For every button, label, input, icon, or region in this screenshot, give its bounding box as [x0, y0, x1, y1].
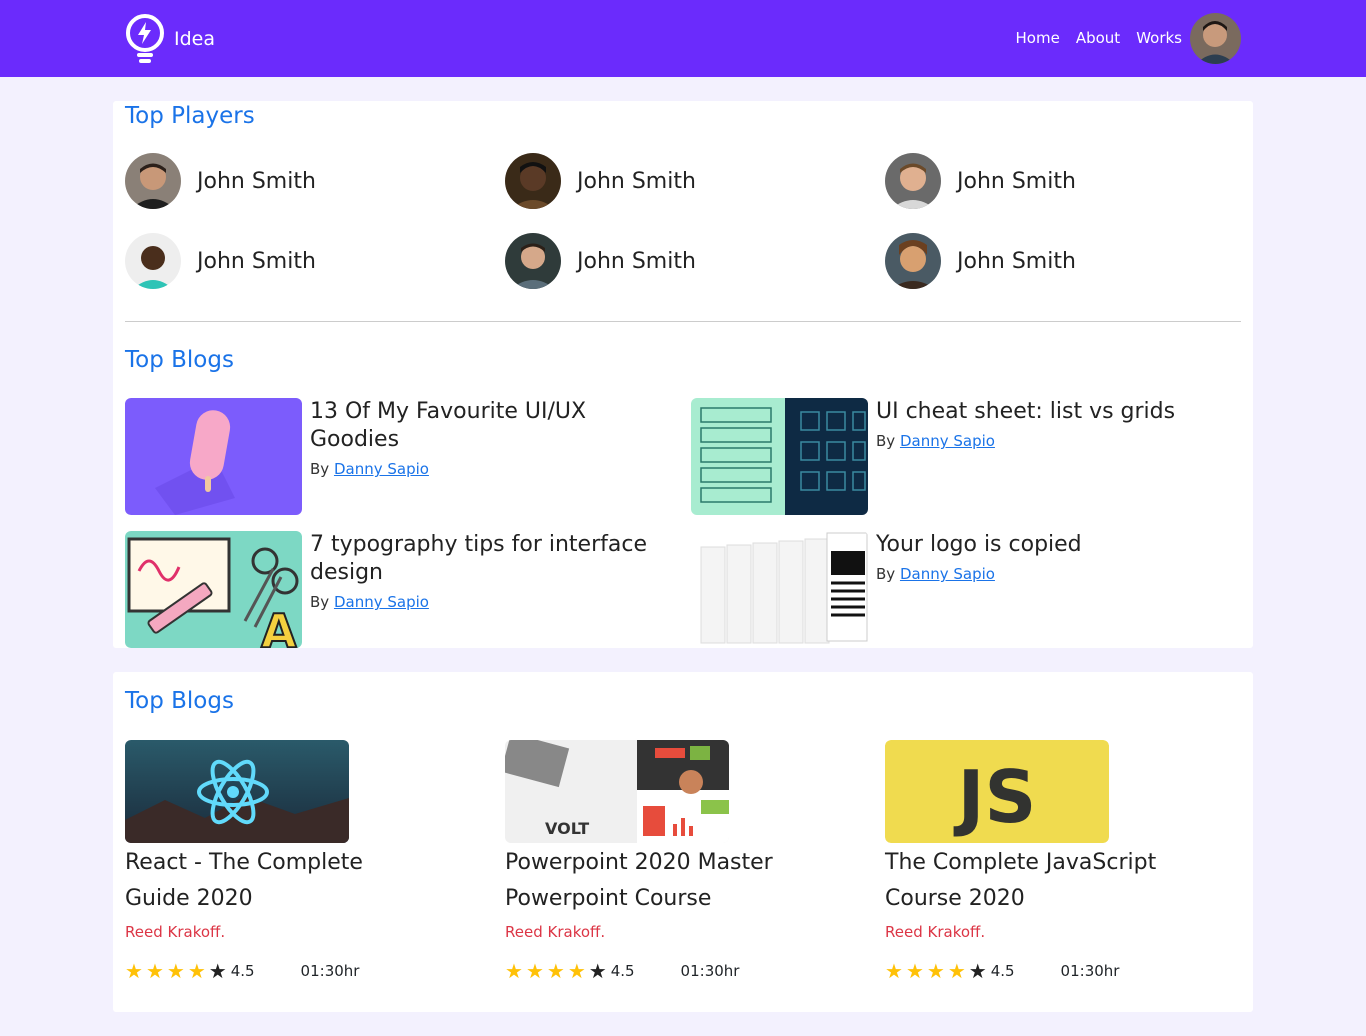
- star-icon: ★: [968, 959, 987, 983]
- svg-text:A: A: [261, 604, 297, 648]
- brand-name: Idea: [174, 28, 215, 50]
- blog-thumbnail: [125, 398, 302, 515]
- top-blogs-title: Top Blogs: [125, 347, 234, 373]
- blog-author-link[interactable]: Danny Sapio: [334, 460, 429, 478]
- course-meta: ★ ★ ★ ★ ★ 4.5 01:30hr: [125, 961, 455, 981]
- blog-author-link[interactable]: Danny Sapio: [900, 432, 995, 450]
- course-thumbnail: JS: [885, 740, 1109, 843]
- course-duration: 01:30hr: [1060, 962, 1120, 980]
- nav-link-works[interactable]: Works: [1136, 29, 1182, 47]
- player-avatar: [505, 153, 561, 209]
- course-item[interactable]: React - The Complete Guide 2020 Reed Kra…: [125, 740, 455, 981]
- blog-info: 13 Of My Favourite UI/UX Goodies By Dann…: [310, 398, 670, 515]
- player-avatar: [885, 233, 941, 289]
- star-icon: ★: [166, 959, 185, 983]
- star-rating: ★ ★ ★ ★ ★: [505, 961, 607, 981]
- player-item[interactable]: John Smith: [125, 233, 316, 289]
- player-name: John Smith: [957, 248, 1076, 274]
- course-title[interactable]: The Complete JavaScript Course 2020: [885, 845, 1185, 917]
- user-avatar[interactable]: [1190, 13, 1241, 64]
- navbar: Idea Home About Works: [0, 0, 1366, 77]
- blog-title[interactable]: Your logo is copied: [876, 531, 1236, 559]
- blog-author-link[interactable]: Danny Sapio: [334, 593, 429, 611]
- star-icon: ★: [947, 959, 966, 983]
- courses-card: Top Blogs React - The Complete Guide 202…: [113, 672, 1253, 1012]
- player-name: John Smith: [197, 248, 316, 274]
- player-name: John Smith: [577, 168, 696, 194]
- course-thumbnail: [125, 740, 349, 843]
- blog-title[interactable]: 13 Of My Favourite UI/UX Goodies: [310, 398, 670, 454]
- blog-byline: By Danny Sapio: [310, 593, 429, 611]
- course-title[interactable]: Powerpoint 2020 Master Powerpoint Course: [505, 845, 805, 917]
- course-author: Reed Krakoff.: [125, 923, 226, 941]
- course-title[interactable]: React - The Complete Guide 2020: [125, 845, 425, 917]
- lightbulb-logo-icon: [126, 14, 164, 63]
- star-icon: ★: [885, 959, 903, 983]
- course-item[interactable]: VOLT Powerpoint 2020 Master Powerpoint C…: [505, 740, 835, 981]
- blog-byline: By Danny Sapio: [876, 432, 995, 450]
- player-item[interactable]: John Smith: [885, 153, 1076, 209]
- course-author: Reed Krakoff.: [885, 923, 986, 941]
- blog-item[interactable]: A 7 typography tips for interface design…: [125, 531, 670, 648]
- section-divider: [125, 321, 1241, 322]
- course-author: Reed Krakoff.: [505, 923, 606, 941]
- blog-thumbnail: [691, 531, 868, 648]
- svg-text:VOLT: VOLT: [545, 819, 589, 838]
- star-icon: ★: [145, 959, 164, 983]
- player-item[interactable]: John Smith: [505, 233, 696, 289]
- star-icon: ★: [187, 959, 206, 983]
- blog-title[interactable]: 7 typography tips for interface design: [310, 531, 670, 587]
- blog-item[interactable]: Your logo is copied By Danny Sapio: [691, 531, 1236, 648]
- course-duration: 01:30hr: [680, 962, 740, 980]
- blog-byline: By Danny Sapio: [310, 460, 429, 478]
- player-name: John Smith: [577, 248, 696, 274]
- star-rating: ★ ★ ★ ★ ★: [125, 961, 227, 981]
- player-item[interactable]: John Smith: [885, 233, 1076, 289]
- course-item[interactable]: JS The Complete JavaScript Course 2020 R…: [885, 740, 1215, 981]
- star-icon: ★: [125, 959, 143, 983]
- player-name: John Smith: [957, 168, 1076, 194]
- star-icon: ★: [926, 959, 945, 983]
- players-blogs-card: Top Players John Smith John Smith John S…: [113, 101, 1253, 648]
- courses-section-title: Top Blogs: [125, 688, 234, 714]
- star-icon: ★: [525, 959, 544, 983]
- course-duration: 01:30hr: [300, 962, 360, 980]
- top-players-title: Top Players: [125, 103, 255, 129]
- blog-thumbnail: [691, 398, 868, 515]
- rating-value: 4.5: [230, 962, 255, 980]
- player-avatar: [885, 153, 941, 209]
- course-thumbnail: VOLT: [505, 740, 729, 843]
- course-meta: ★ ★ ★ ★ ★ 4.5 01:30hr: [505, 961, 835, 981]
- blog-byline: By Danny Sapio: [876, 565, 995, 583]
- star-rating: ★ ★ ★ ★ ★: [885, 961, 987, 981]
- star-icon: ★: [905, 959, 924, 983]
- svg-text:JS: JS: [953, 755, 1037, 839]
- player-avatar: [505, 233, 561, 289]
- nav-link-about[interactable]: About: [1076, 29, 1120, 47]
- blog-thumbnail: A: [125, 531, 302, 648]
- brand-link[interactable]: Idea: [124, 13, 215, 65]
- blog-item[interactable]: UI cheat sheet: list vs grids By Danny S…: [691, 398, 1236, 515]
- blog-title[interactable]: UI cheat sheet: list vs grids: [876, 398, 1236, 426]
- nav-link-home[interactable]: Home: [1016, 29, 1060, 47]
- nav-menu: Home About Works: [1016, 29, 1182, 47]
- star-icon: ★: [588, 959, 607, 983]
- blog-info: Your logo is copied By Danny Sapio: [876, 531, 1236, 648]
- star-icon: ★: [567, 959, 586, 983]
- player-avatar: [125, 233, 181, 289]
- blog-author-link[interactable]: Danny Sapio: [900, 565, 995, 583]
- player-item[interactable]: John Smith: [505, 153, 696, 209]
- blog-info: 7 typography tips for interface design B…: [310, 531, 670, 648]
- star-icon: ★: [546, 959, 565, 983]
- player-avatar: [125, 153, 181, 209]
- player-item[interactable]: John Smith: [125, 153, 316, 209]
- star-icon: ★: [505, 959, 523, 983]
- blog-item[interactable]: 13 Of My Favourite UI/UX Goodies By Dann…: [125, 398, 670, 515]
- course-meta: ★ ★ ★ ★ ★ 4.5 01:30hr: [885, 961, 1215, 981]
- rating-value: 4.5: [990, 962, 1015, 980]
- blog-info: UI cheat sheet: list vs grids By Danny S…: [876, 398, 1236, 515]
- rating-value: 4.5: [610, 962, 635, 980]
- star-icon: ★: [208, 959, 227, 983]
- player-name: John Smith: [197, 168, 316, 194]
